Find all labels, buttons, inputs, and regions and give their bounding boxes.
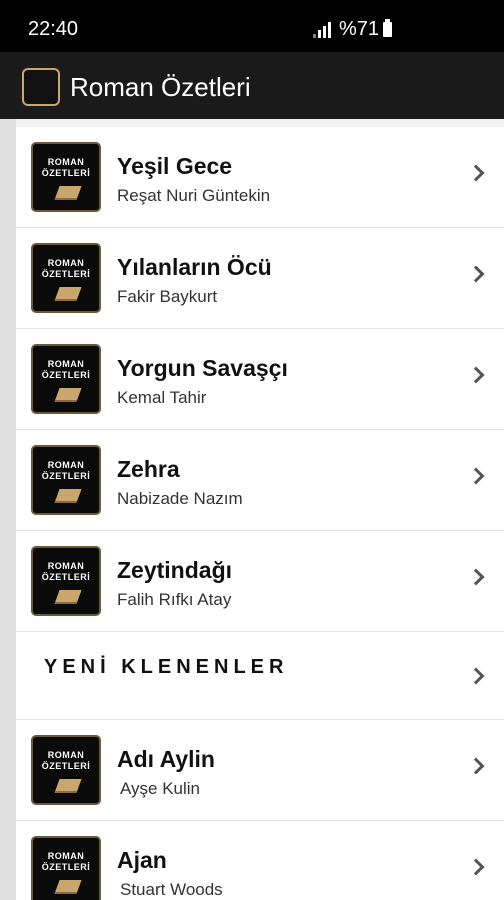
list-item[interactable]: ROMAN ÖZETLERİ Adı Aylin Ayşe Kulin: [16, 720, 504, 821]
status-bar: 22:40 %71: [0, 0, 504, 52]
list-item[interactable]: ROMAN ÖZETLERİ Zehra Nabizade Nazım: [16, 430, 504, 531]
chevron-right-icon: [467, 757, 485, 775]
signal-icon: [312, 21, 331, 38]
book-thumbnail: ROMAN ÖZETLERİ: [31, 243, 101, 313]
novel-title: Adı Aylin: [117, 746, 215, 772]
section-new-additions[interactable]: YENİ KLENENLER: [16, 632, 504, 720]
chevron-right-icon: [467, 568, 485, 586]
battery-icon: [383, 19, 392, 37]
chevron-right-icon: [467, 366, 485, 384]
book-thumbnail: ROMAN ÖZETLERİ: [31, 445, 101, 515]
chevron-right-icon: [467, 467, 485, 485]
book-thumbnail: ROMAN ÖZETLERİ: [31, 344, 101, 414]
scroll-edge: [0, 119, 16, 900]
novel-title: Yeşil Gece: [117, 153, 233, 179]
novel-author: Kemal Tahir: [117, 388, 207, 407]
novel-author: Ayşe Kulin: [120, 779, 201, 798]
novel-title: Ajan: [117, 847, 167, 873]
novel-author: Falih Rıfkı Atay: [117, 590, 232, 609]
book-thumbnail: ROMAN ÖZETLERİ: [31, 735, 101, 805]
book-icon: [54, 880, 82, 894]
list-item[interactable]: ROMAN ÖZETLERİ Yorgun Savaşçı Kemal Tahi…: [16, 329, 504, 430]
novel-list: ROMAN ÖZETLERİ Yeşil Gece Reşat Nuri Gün…: [16, 127, 504, 900]
status-time: 22:40: [28, 18, 79, 40]
chevron-right-icon: [467, 164, 485, 182]
app-bar: Roman Özetleri: [0, 52, 504, 119]
list-item[interactable]: ROMAN ÖZETLERİ Yeşil Gece Reşat Nuri Gün…: [16, 127, 504, 228]
novel-title: Zehra: [117, 456, 180, 482]
list-item[interactable]: ROMAN ÖZETLERİ Ajan Stuart Woods: [16, 821, 504, 900]
chevron-right-icon: [467, 667, 485, 685]
app-title: Roman Özetleri: [70, 72, 251, 102]
book-thumbnail: ROMAN ÖZETLERİ: [31, 142, 101, 212]
book-icon: [54, 287, 82, 301]
status-indicators: %71: [312, 18, 392, 41]
book-icon: [54, 186, 82, 200]
book-icon: [54, 388, 82, 402]
novel-title: Yılanların Öcü: [117, 254, 272, 280]
section-label: YENİ KLENENLER: [44, 656, 289, 678]
book-icon: [54, 590, 82, 604]
battery-percent: %71: [338, 18, 379, 40]
chevron-right-icon: [467, 265, 485, 283]
app-logo-icon: [22, 68, 60, 106]
chevron-right-icon: [467, 858, 485, 876]
book-icon: [54, 489, 82, 503]
book-thumbnail: ROMAN ÖZETLERİ: [31, 836, 101, 900]
novel-author: Nabizade Nazım: [117, 489, 243, 508]
list-item[interactable]: ROMAN ÖZETLERİ Zeytindağı Falih Rıfkı At…: [16, 531, 504, 632]
list-item[interactable]: ROMAN ÖZETLERİ Yılanların Öcü Fakir Bayk…: [16, 228, 504, 329]
novel-author: Stuart Woods: [120, 880, 223, 899]
novel-author: Reşat Nuri Güntekin: [117, 186, 271, 205]
novel-title: Zeytindağı: [117, 557, 233, 583]
book-thumbnail: ROMAN ÖZETLERİ: [31, 546, 101, 616]
novel-author: Fakir Baykurt: [117, 287, 218, 306]
novel-title: Yorgun Savaşçı: [117, 355, 288, 381]
book-icon: [54, 779, 82, 793]
